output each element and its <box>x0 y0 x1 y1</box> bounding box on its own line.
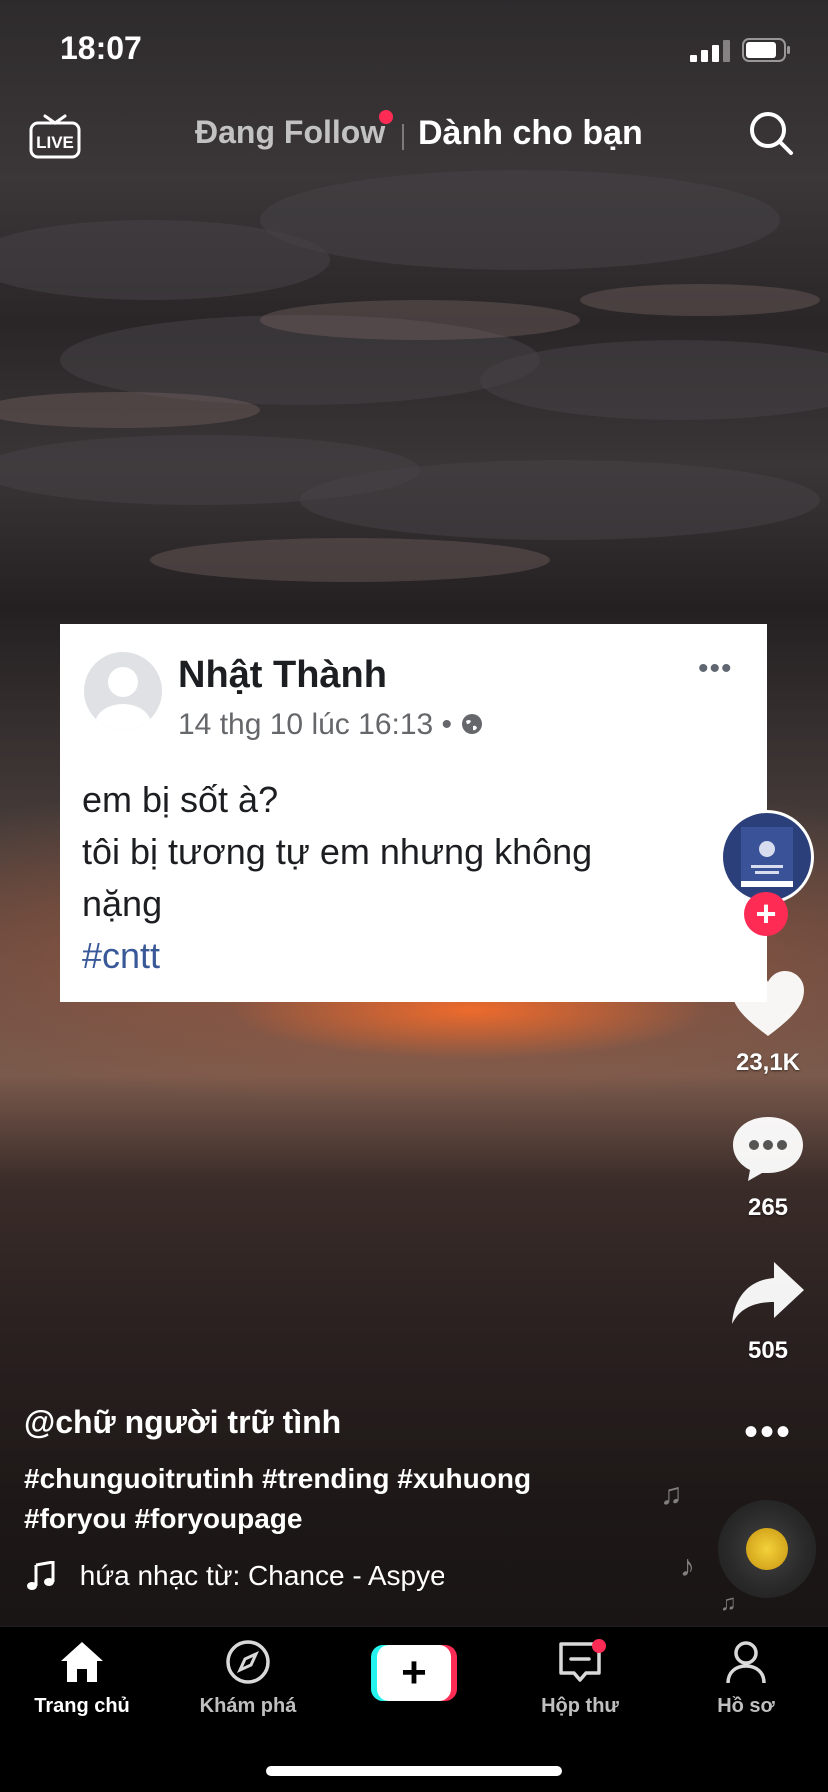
nav-inbox-label: Hộp thư <box>541 1695 619 1717</box>
post-author-avatar <box>84 652 162 730</box>
caption-hashtags-line[interactable]: #foryou #foryoupage <box>24 1499 664 1539</box>
comment-count: 265 <box>747 1194 789 1221</box>
tab-for-you[interactable]: Dành cho bạn <box>418 114 643 153</box>
post-line: tôi bị tương tự em nhưng không <box>82 831 593 872</box>
create-button[interactable]: + <box>371 1645 457 1701</box>
share-action[interactable]: 505 <box>716 1260 820 1365</box>
live-icon[interactable]: LIVE <box>28 108 82 162</box>
nav-home[interactable]: Trang chủ <box>12 1637 152 1718</box>
nav-inbox[interactable]: Hộp thư <box>510 1637 650 1718</box>
home-icon[interactable] <box>57 1637 107 1687</box>
nav-profile[interactable]: Hồ sơ <box>676 1637 816 1718</box>
heart-icon[interactable] <box>730 970 806 1038</box>
floating-note-icon: ♫ <box>660 1478 683 1511</box>
follow-button[interactable]: + <box>744 892 788 936</box>
plus-icon[interactable]: + <box>377 1645 451 1701</box>
nav-profile-label: Hồ sơ <box>717 1695 775 1717</box>
music-ticker[interactable]: hứa nhạc từ: Chance - Aspye <box>24 1558 444 1598</box>
comment-icon[interactable] <box>730 1115 806 1183</box>
tab-following[interactable]: Đang Follow <box>195 114 385 151</box>
post-timestamp: 14 thg 10 lúc 16:13 • <box>178 708 484 742</box>
battery-icon <box>742 38 790 62</box>
caption-username[interactable]: @chữ người trữ tình <box>24 1404 664 1441</box>
music-disc[interactable] <box>718 1500 816 1598</box>
caption-hashtags-line[interactable]: #chunguoitrutinh #trending #xuhuong <box>24 1459 664 1499</box>
creator-avatar-image <box>741 827 793 887</box>
search-icon[interactable] <box>748 110 794 156</box>
video-feed-screen[interactable]: 18:07 LIVE Đang Follow Dành cho bạn Nhật… <box>0 0 828 1792</box>
music-disc-cover <box>746 1528 788 1570</box>
video-caption: @chữ người trữ tình #chunguoitrutinh #tr… <box>24 1404 664 1539</box>
post-line: em bị sốt à? <box>82 779 279 820</box>
top-nav: LIVE Đang Follow Dành cho bạn <box>0 110 828 160</box>
nav-discover-label: Khám phá <box>199 1695 297 1717</box>
share-count: 505 <box>747 1337 789 1364</box>
default-avatar-icon <box>95 667 151 730</box>
comment-action[interactable]: 265 <box>716 1115 820 1222</box>
profile-icon[interactable] <box>721 1637 771 1687</box>
share-icon[interactable] <box>730 1260 806 1326</box>
floating-note-icon: ♪ <box>680 1550 695 1583</box>
post-hashtag: #cntt <box>82 935 161 976</box>
music-title: hứa nhạc từ: Chance - Aspye <box>79 1559 444 1591</box>
nav-discover[interactable]: Khám phá <box>178 1637 318 1718</box>
status-time: 18:07 <box>60 30 142 66</box>
caption-hashtags[interactable]: #chunguoitrutinh #trending #xuhuong #for… <box>24 1459 664 1539</box>
post-line: nặng <box>82 883 163 924</box>
signal-icon <box>690 40 730 62</box>
floating-note-icon: ♫ <box>720 1590 737 1615</box>
post-author-name: Nhật Thành <box>178 654 387 696</box>
nav-home-label: Trang chủ <box>34 1695 130 1717</box>
more-options-icon[interactable]: ••• <box>728 1410 808 1455</box>
post-more-icon: ••• <box>698 652 733 685</box>
like-action[interactable]: 23,1K <box>716 970 820 1077</box>
globe-icon <box>462 714 483 734</box>
live-label: LIVE <box>36 133 74 152</box>
tab-divider <box>402 124 404 150</box>
inbox-notification-dot <box>592 1639 606 1653</box>
creator-avatar[interactable] <box>720 810 814 904</box>
home-indicator <box>266 1766 562 1776</box>
music-note-icon <box>27 1560 55 1590</box>
like-count: 23,1K <box>735 1049 801 1076</box>
following-notification-dot <box>379 110 393 124</box>
facebook-post-card: Nhật Thành 14 thg 10 lúc 16:13 • ••• em … <box>60 624 767 1002</box>
compass-icon[interactable] <box>223 1637 273 1687</box>
post-body: em bị sốt à? tôi bị tương tự em nhưng kh… <box>82 774 752 982</box>
post-timestamp-text: 14 thg 10 lúc 16:13 • <box>178 708 453 741</box>
